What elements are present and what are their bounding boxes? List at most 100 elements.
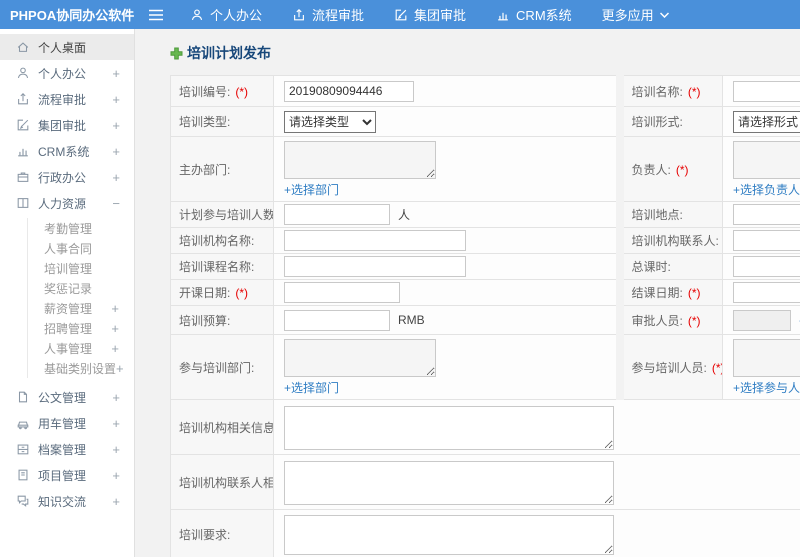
sidebar-item-personal-desktop[interactable]: 个人桌面 <box>0 34 134 60</box>
sidebar: 个人桌面 个人办公 + 流程审批 + 集团审批 + CRM系统 + 行政办公 + <box>0 29 135 557</box>
sidebar-subitem-label: 人事管理 <box>44 341 93 356</box>
select-department-link[interactable]: +选择部门 <box>284 183 339 197</box>
sidebar-item-group-approval[interactable]: 集团审批 + <box>0 112 134 138</box>
expand-icon[interactable]: + <box>112 170 120 185</box>
sidebar-subitem-attendance[interactable]: 考勤管理 <box>28 218 134 238</box>
expand-icon[interactable]: + <box>111 321 119 336</box>
expand-icon[interactable]: + <box>112 390 120 405</box>
expand-icon[interactable]: + <box>112 92 120 107</box>
expand-icon[interactable]: + <box>111 341 119 356</box>
budget-input[interactable] <box>284 309 390 331</box>
host-department-textarea[interactable] <box>284 141 436 179</box>
sidebar-subitem-base-category[interactable]: 基础类别设置 + <box>28 358 134 378</box>
total-hours-input[interactable] <box>733 256 800 277</box>
field-label: 开课日期: (*) <box>170 279 274 306</box>
org-contact-info-textarea[interactable] <box>284 460 614 505</box>
nav-more-apps[interactable]: 更多应用 <box>602 5 669 24</box>
training-form-select[interactable]: 请选择形式 <box>733 110 800 133</box>
page-title-text: 培训计划发布 <box>187 45 271 61</box>
start-date-input[interactable] <box>284 282 400 303</box>
sidebar-item-project-mgmt[interactable]: 项目管理 + <box>0 462 134 488</box>
sidebar-subitem-label: 基础类别设置 <box>44 361 117 376</box>
location-input[interactable] <box>733 204 800 225</box>
nav-personal-office[interactable]: 个人办公 <box>190 5 262 24</box>
expand-icon[interactable]: + <box>112 144 120 159</box>
training-type-select[interactable]: 请选择类型 <box>284 110 376 133</box>
approver-input[interactable] <box>733 309 791 331</box>
sidebar-item-label: 个人办公 <box>38 66 87 81</box>
expand-icon[interactable]: + <box>112 494 120 509</box>
collapse-icon[interactable]: − <box>112 196 120 211</box>
expand-icon[interactable]: + <box>111 301 119 316</box>
sidebar-item-label: 人力资源 <box>38 196 87 211</box>
sidebar-item-vehicle-mgmt[interactable]: 用车管理 + <box>0 410 134 436</box>
participant-count-input[interactable] <box>284 204 390 225</box>
sidebar-item-label: 知识交流 <box>38 494 87 509</box>
home-icon <box>16 40 30 54</box>
sidebar-item-workflow-approval[interactable]: 流程审批 + <box>0 86 134 112</box>
sidebar-item-label: CRM系统 <box>38 144 90 159</box>
end-date-input[interactable] <box>733 282 800 303</box>
sidebar-subitem-label: 薪资管理 <box>44 301 93 316</box>
menu-toggle-icon[interactable] <box>148 9 168 21</box>
expand-icon[interactable]: + <box>112 118 120 133</box>
sidebar-item-label: 集团审批 <box>38 118 87 133</box>
org-name-input[interactable] <box>284 230 466 251</box>
top-navigation: 个人办公 流程审批 集团审批 CRM系统 更多应用 <box>190 5 669 24</box>
sidebar-item-hr[interactable]: 人力资源 − <box>0 190 134 216</box>
caret-down-icon <box>659 11 669 18</box>
select-trainees-link[interactable]: +选择参与人员 <box>733 381 800 395</box>
field-label: 计划参与培训人数:(*) <box>170 201 274 228</box>
sidebar-item-label: 档案管理 <box>38 442 87 457</box>
sidebar-item-knowledge-exchange[interactable]: 知识交流 + <box>0 488 134 514</box>
expand-icon[interactable]: + <box>112 468 120 483</box>
trainees-textarea[interactable] <box>733 339 800 377</box>
leader-textarea[interactable] <box>733 141 800 179</box>
expand-icon[interactable]: + <box>116 361 124 376</box>
sidebar-item-document-mgmt[interactable]: 公文管理 + <box>0 384 134 410</box>
training-plan-form: 培训编号:(*) 培训名称:(*) 培训类型: 请选择类型 培训形式: 请选择形… <box>170 75 800 557</box>
training-requirements-textarea[interactable] <box>284 515 614 555</box>
sidebar-subitem-rewards[interactable]: 奖惩记录 <box>28 278 134 298</box>
select-leader-link[interactable]: +选择负责人 <box>733 183 800 197</box>
chart-icon <box>496 8 510 22</box>
select-department-link[interactable]: +选择部门 <box>284 381 339 395</box>
app-logo[interactable]: PHPOA协同办公软件 <box>0 5 148 24</box>
sidebar-subitem-hr-contract[interactable]: 人事合同 <box>28 238 134 258</box>
expand-icon[interactable]: + <box>112 442 120 457</box>
course-name-input[interactable] <box>284 256 466 277</box>
field-label: 培训预算: <box>170 305 274 335</box>
sidebar-item-label: 行政办公 <box>38 170 87 185</box>
sidebar-item-crm[interactable]: CRM系统 + <box>0 138 134 164</box>
nav-crm[interactable]: CRM系统 <box>496 5 572 24</box>
sidebar-item-admin-office[interactable]: 行政办公 + <box>0 164 134 190</box>
user-icon <box>16 66 30 80</box>
sidebar-subitem-personnel[interactable]: 人事管理 + <box>28 338 134 358</box>
car-icon <box>16 416 30 430</box>
field-label: 培训形式: <box>623 106 723 137</box>
field-label: 培训名称: (*) <box>623 75 723 107</box>
nav-group-approval[interactable]: 集团审批 <box>394 5 466 24</box>
sidebar-subitem-recruitment[interactable]: 招聘管理 + <box>28 318 134 338</box>
nav-label: 个人办公 <box>210 8 263 23</box>
topbar: PHPOA协同办公软件 个人办公 流程审批 集团审批 CRM系统 更多应用 <box>0 0 800 29</box>
training-name-input[interactable] <box>733 80 800 102</box>
workflow-icon <box>292 8 306 22</box>
user-icon <box>190 8 204 22</box>
chart-icon <box>16 144 30 158</box>
workflow-icon <box>16 92 30 106</box>
org-contact-input[interactable] <box>733 230 800 251</box>
sidebar-subitem-training[interactable]: 培训管理 <box>28 258 134 278</box>
nav-workflow-approval[interactable]: 流程审批 <box>292 5 364 24</box>
sidebar-item-label: 流程审批 <box>38 92 87 107</box>
training-number-input[interactable] <box>284 80 414 102</box>
sidebar-subitem-salary[interactable]: 薪资管理 + <box>28 298 134 318</box>
expand-icon[interactable]: + <box>112 66 120 81</box>
expand-icon[interactable]: + <box>112 416 120 431</box>
field-label: 总课时: <box>623 253 723 280</box>
sidebar-item-archive-mgmt[interactable]: 档案管理 + <box>0 436 134 462</box>
main-content: 培训计划发布 培训编号:(*) 培训名称:(*) 培训类型: 请选择类型 培训形… <box>135 29 800 557</box>
participating-departments-textarea[interactable] <box>284 339 436 377</box>
org-info-textarea[interactable] <box>284 405 614 450</box>
sidebar-item-personal-office[interactable]: 个人办公 + <box>0 60 134 86</box>
